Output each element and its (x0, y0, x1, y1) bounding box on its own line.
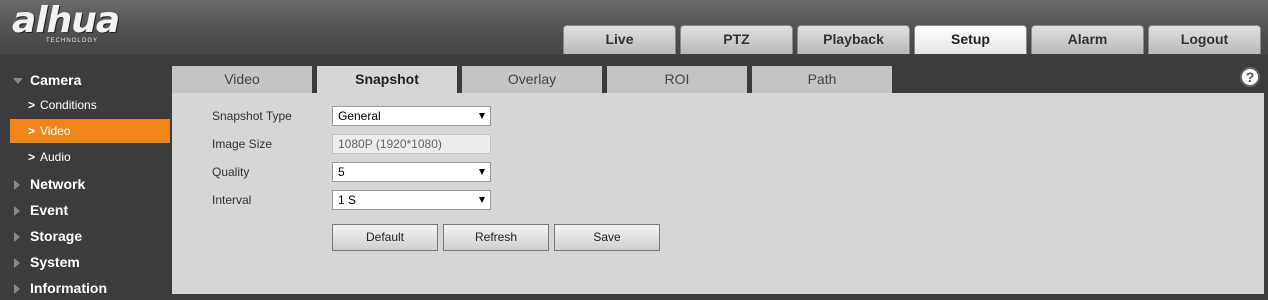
quality-select[interactable]: 5 (332, 162, 491, 182)
image-size-label: Image Size (212, 137, 273, 151)
expand-down-icon (13, 78, 23, 84)
tab-path[interactable]: Path (752, 66, 892, 93)
image-size-field: 1080P (1920*1080) (332, 134, 491, 154)
chevron-right-icon: > (28, 124, 36, 138)
quality-label: Quality (212, 165, 250, 179)
chevron-right-icon: > (28, 150, 36, 164)
help-icon[interactable]: ? (1240, 67, 1260, 87)
tab-video[interactable]: Video (172, 66, 312, 93)
snapshot-type-value: General (338, 109, 381, 123)
expand-right-icon (14, 180, 20, 190)
sidebar-item-label: Event (30, 202, 69, 218)
quality-value: 5 (338, 165, 345, 179)
sidebar-item-label: Information (30, 280, 107, 296)
dahua-logo: alhua TECHNOLOGY (12, 0, 142, 48)
sidebar-item-label: Camera (30, 72, 82, 88)
sidebar-subitem-label: Conditions (40, 98, 97, 112)
tab-overlay[interactable]: Overlay (462, 66, 602, 93)
image-size-value: 1080P (1920*1080) (338, 137, 442, 151)
save-button[interactable]: Save (554, 224, 660, 251)
sidebar-subitem-conditions[interactable]: > Conditions (10, 93, 170, 117)
snapshot-type-select[interactable]: General (332, 106, 491, 126)
tab-snapshot[interactable]: Snapshot (317, 66, 457, 93)
nav-tab-alarm[interactable]: Alarm (1031, 25, 1144, 54)
sidebar-subitem-video[interactable]: > Video (10, 119, 170, 143)
logo-subtext: TECHNOLOGY (46, 38, 99, 44)
sidebar: Camera > Conditions > Video > Audio Netw… (0, 55, 172, 299)
dropdown-arrow-icon (479, 197, 485, 203)
interval-select[interactable]: 1 S (332, 190, 491, 210)
interval-value: 1 S (338, 193, 357, 207)
sidebar-item-storage[interactable]: Storage (0, 224, 172, 248)
expand-right-icon (14, 258, 20, 268)
refresh-button[interactable]: Refresh (443, 224, 549, 251)
sidebar-item-camera[interactable]: Camera (0, 68, 172, 92)
nav-tab-setup[interactable]: Setup (914, 25, 1027, 54)
sidebar-item-label: Storage (30, 228, 83, 244)
nav-tab-live[interactable]: Live (563, 25, 676, 54)
expand-right-icon (14, 284, 20, 294)
expand-right-icon (14, 206, 20, 216)
top-bar: alhua TECHNOLOGY Live PTZ Playback Setup… (0, 0, 1268, 55)
snapshot-type-label: Snapshot Type (212, 109, 292, 123)
snapshot-settings-panel: Snapshot Type General Image Size 1080P (… (172, 93, 1264, 294)
nav-tab-ptz[interactable]: PTZ (680, 25, 793, 54)
sidebar-item-label: System (30, 254, 80, 270)
tab-roi[interactable]: ROI (607, 66, 747, 93)
expand-right-icon (14, 232, 20, 242)
sidebar-item-network[interactable]: Network (0, 172, 172, 196)
chevron-right-icon: > (28, 98, 36, 112)
interval-label: Interval (212, 193, 252, 207)
default-button[interactable]: Default (332, 224, 438, 251)
dropdown-arrow-icon (479, 169, 485, 175)
nav-tab-logout[interactable]: Logout (1148, 25, 1261, 54)
sidebar-subitem-label: Video (40, 124, 71, 138)
dropdown-arrow-icon (479, 113, 485, 119)
sidebar-subitem-audio[interactable]: > Audio (10, 145, 170, 169)
sub-tab-strip: Video Snapshot Overlay ROI Path (172, 66, 1268, 93)
nav-tab-playback[interactable]: Playback (797, 25, 910, 54)
sidebar-subitem-label: Audio (40, 150, 71, 164)
sidebar-item-information[interactable]: Information (0, 276, 172, 300)
sidebar-item-event[interactable]: Event (0, 198, 172, 222)
sidebar-item-system[interactable]: System (0, 250, 172, 274)
logo-wordmark: alhua (12, 0, 120, 41)
sidebar-item-label: Network (30, 176, 86, 192)
